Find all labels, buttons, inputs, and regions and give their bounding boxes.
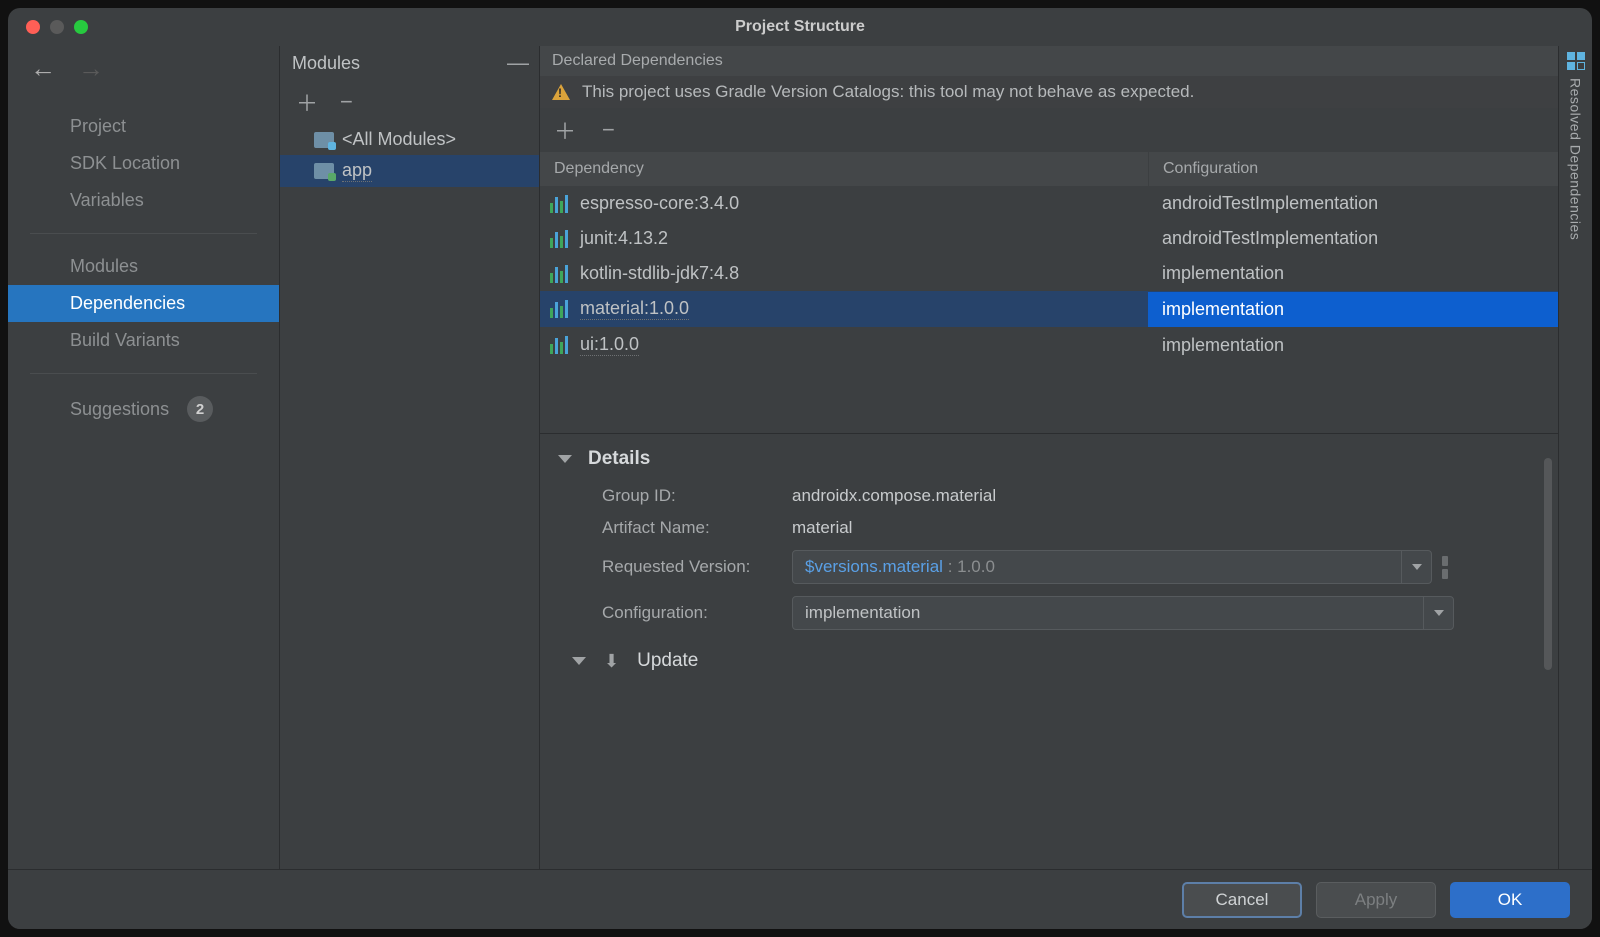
- group-id-label: Group ID:: [602, 486, 792, 506]
- close-window[interactable]: [26, 20, 40, 34]
- artifact-name-label: Artifact Name:: [602, 518, 792, 538]
- category-sidebar: ← → Project SDK Location Variables Modul…: [8, 46, 280, 869]
- column-dependency[interactable]: Dependency: [540, 152, 1148, 186]
- module-all[interactable]: <All Modules>: [280, 124, 539, 155]
- nav-forward-icon: →: [78, 53, 104, 84]
- library-icon: [550, 336, 568, 354]
- sidebar-item-build-variants[interactable]: Build Variants: [8, 322, 279, 359]
- nav-back-icon[interactable]: ←: [30, 53, 56, 84]
- ok-button[interactable]: OK: [1450, 882, 1570, 918]
- minimize-panel-icon[interactable]: —: [507, 50, 529, 76]
- group-id-value: androidx.compose.material: [792, 486, 996, 506]
- dropdown-button[interactable]: [1423, 597, 1453, 629]
- sidebar-item-project[interactable]: Project: [8, 108, 279, 145]
- warning-banner: This project uses Gradle Version Catalog…: [540, 76, 1558, 108]
- sidebar-item-dependencies[interactable]: Dependencies: [8, 285, 279, 322]
- module-label: app: [342, 160, 372, 182]
- library-icon: [550, 230, 568, 248]
- cancel-button[interactable]: Cancel: [1182, 882, 1302, 918]
- version-stepper[interactable]: [1442, 556, 1448, 579]
- resolved-dependencies-tab[interactable]: Resolved Dependencies: [1558, 46, 1592, 869]
- update-heading: Update: [637, 650, 698, 672]
- dependency-row[interactable]: ui:1.0.0 implementation: [540, 327, 1558, 363]
- folder-icon: [314, 132, 334, 148]
- collapse-update-icon[interactable]: [572, 657, 586, 665]
- minimize-window: [50, 20, 64, 34]
- scrollbar[interactable]: [1544, 458, 1552, 670]
- requested-version-label: Requested Version:: [602, 557, 792, 577]
- warning-text: This project uses Gradle Version Catalog…: [582, 82, 1194, 102]
- library-icon: [550, 300, 568, 318]
- configuration-label: Configuration:: [602, 603, 792, 623]
- module-icon: [314, 163, 334, 179]
- library-icon: [550, 265, 568, 283]
- suggestions-badge: 2: [187, 396, 213, 422]
- dialog-title: Project Structure: [8, 18, 1592, 36]
- sidebar-item-modules[interactable]: Modules: [8, 248, 279, 285]
- zoom-window[interactable]: [74, 20, 88, 34]
- artifact-name-value: material: [792, 518, 852, 538]
- dropdown-button[interactable]: [1401, 551, 1431, 583]
- column-configuration[interactable]: Configuration: [1148, 152, 1558, 186]
- details-heading: Details: [588, 448, 650, 470]
- download-icon: ⬇︎: [604, 651, 619, 672]
- collapse-details-icon[interactable]: [558, 455, 572, 463]
- add-dependency-icon[interactable]: ＋: [554, 114, 576, 146]
- remove-dependency-icon[interactable]: −: [602, 117, 615, 143]
- apply-button: Apply: [1316, 882, 1436, 918]
- project-structure-dialog: Project Structure ← → Project SDK Locati…: [8, 8, 1592, 929]
- chevron-down-icon: [1434, 610, 1444, 616]
- chevron-down-icon: [1412, 564, 1422, 570]
- sidebar-item-label: Suggestions: [70, 399, 169, 420]
- dependency-row[interactable]: kotlin-stdlib-jdk7:4.8 implementation: [540, 256, 1558, 291]
- dependency-row[interactable]: material:1.0.0 implementation: [540, 291, 1558, 327]
- dependency-row[interactable]: espresso-core:3.4.0 androidTestImplement…: [540, 186, 1558, 221]
- configuration-combo[interactable]: implementation: [792, 596, 1454, 630]
- module-app[interactable]: app: [280, 155, 539, 187]
- sidebar-item-variables[interactable]: Variables: [8, 182, 279, 219]
- warning-icon: [552, 84, 570, 100]
- add-module-icon[interactable]: ＋: [296, 86, 318, 118]
- remove-module-icon[interactable]: −: [340, 89, 353, 115]
- modules-header: Modules: [292, 53, 360, 74]
- declared-dependencies-title: Declared Dependencies: [540, 46, 1558, 76]
- sidebar-item-suggestions[interactable]: Suggestions 2: [8, 388, 279, 430]
- requested-version-combo[interactable]: $versions.material : 1.0.0: [792, 550, 1432, 584]
- library-icon: [550, 195, 568, 213]
- sidebar-item-sdk-location[interactable]: SDK Location: [8, 145, 279, 182]
- dependency-row[interactable]: junit:4.13.2 androidTestImplementation: [540, 221, 1558, 256]
- resolved-deps-icon: [1567, 52, 1585, 70]
- dependency-list: espresso-core:3.4.0 androidTestImplement…: [540, 186, 1558, 433]
- details-panel: Details Group ID: androidx.compose.mater…: [540, 433, 1558, 686]
- modules-panel: Modules — ＋ − <All Modules> app: [280, 46, 540, 869]
- module-label: <All Modules>: [342, 129, 456, 150]
